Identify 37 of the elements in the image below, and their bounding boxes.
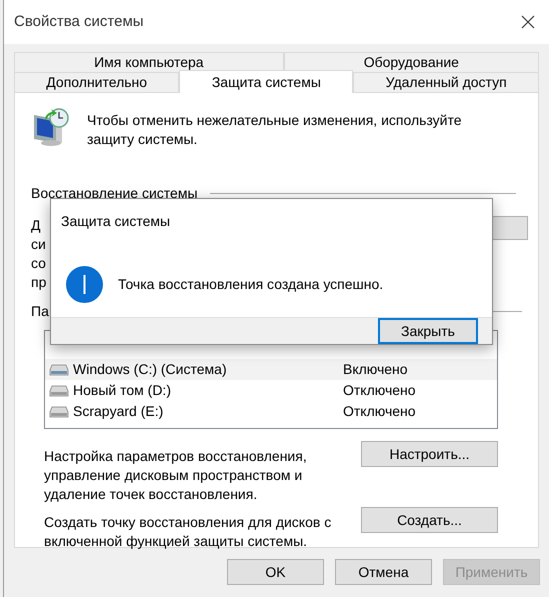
drive-icon <box>49 364 69 376</box>
drive-row[interactable]: Windows (C:) (Система) Включено <box>45 359 497 380</box>
description-text: пр <box>31 273 46 292</box>
drive-name: Scrapyard (E:) <box>73 402 164 421</box>
tab[interactable]: Имя компьютера <box>14 52 284 72</box>
drive-status: Отключено <box>343 402 416 421</box>
drive-row[interactable]: Scrapyard (E:) Отключено <box>45 401 497 422</box>
description-text: Д <box>31 216 42 235</box>
create-button[interactable]: Создать... <box>361 507 498 533</box>
description-text: си <box>31 235 46 254</box>
tab[interactable]: Оборудование <box>284 52 540 72</box>
section-heading: Восстановление системы <box>31 184 198 203</box>
section-heading: Па <box>31 302 49 321</box>
tab[interactable]: Удаленный доступ <box>353 72 540 92</box>
drive-icon <box>49 406 69 418</box>
computer-restore-icon <box>31 107 71 147</box>
close-button[interactable]: Закрыть <box>378 318 478 344</box>
ok-button[interactable]: OK <box>227 559 324 585</box>
info-icon <box>66 266 103 303</box>
dialog-title: Защита системы <box>60 212 172 231</box>
configure-button[interactable]: Настроить... <box>361 441 498 467</box>
dialog-message: Точка восстановления создана успешно. <box>118 275 384 294</box>
intro-text: Чтобы отменить нежелательные изменения, используйте защиту системы. <box>87 111 463 149</box>
close-icon[interactable] <box>521 15 535 29</box>
window-title: Свойства системы <box>14 12 144 32</box>
tab[interactable]: Дополнительно <box>14 72 180 92</box>
drive-status: Отключено <box>343 381 416 400</box>
drive-icon <box>49 384 69 396</box>
create-description: Создать точку восстановления для дисков с включенной функцией защиты системы. <box>44 513 332 551</box>
drive-name: Новый том (D:) <box>73 381 172 400</box>
drive-row[interactable]: Новый том (D:) Отключено <box>45 380 497 401</box>
description-text: со <box>31 254 46 273</box>
cancel-button[interactable]: Отмена <box>335 559 432 585</box>
drive-status: Включено <box>343 360 408 379</box>
tab[interactable]: Защита системы <box>179 70 354 93</box>
configure-description: Настройка параметров восстановления, управление дисковым пространством и удаление точек восстановления. <box>44 447 308 504</box>
drive-name: Windows (C:) (Система) <box>73 360 228 379</box>
